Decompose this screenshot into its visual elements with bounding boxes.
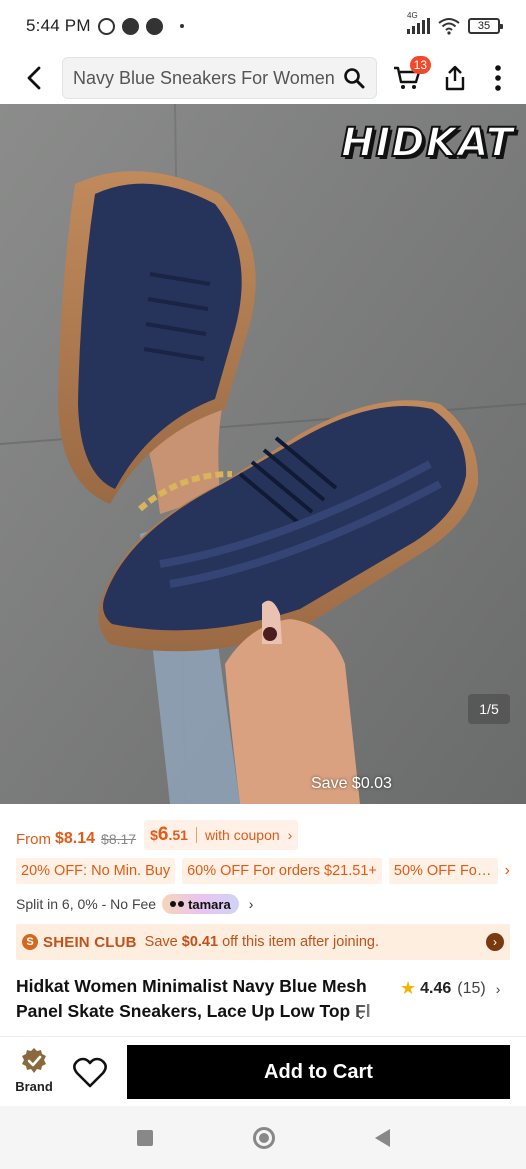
tamara-logo-icon (170, 901, 185, 907)
rating-count: (15) (457, 979, 486, 997)
promo-chip[interactable]: 20% OFF: No Min. Buy (16, 858, 176, 884)
battery-icon: 35 (468, 18, 503, 34)
club-name: SHEIN CLUB (43, 933, 137, 951)
rating-score: 4.46 (420, 979, 452, 997)
network-type: 4G (407, 11, 418, 20)
battery-level: 35 (477, 20, 491, 32)
top-header: Navy Blue Sneakers For Women 13 (0, 52, 526, 104)
wifi-icon (438, 18, 460, 35)
tamara-badge: tamara (162, 894, 239, 914)
heart-icon (73, 1057, 107, 1088)
recents-icon[interactable] (136, 1129, 153, 1146)
product-image-carousel[interactable]: HIDKAT 1/5 Save $0.03 (0, 104, 526, 804)
cart-count-badge: 13 (409, 56, 431, 74)
back-arrow-icon (27, 66, 41, 90)
coupon-whole: 6 (157, 824, 169, 845)
brand-button[interactable]: Brand (14, 1047, 54, 1094)
save-overlay-text: Save $0.03 (311, 775, 392, 792)
coupon-currency: $ (150, 827, 158, 843)
bottom-action-bar: Brand Add to Cart (0, 1036, 526, 1106)
home-icon[interactable] (252, 1126, 275, 1149)
promo-more-chevron-icon[interactable]: › (505, 862, 510, 880)
status-right: 4G 35 (407, 11, 503, 35)
coupon-label: with coupon (204, 827, 280, 843)
star-icon: ★ (400, 978, 417, 998)
search-icon[interactable] (342, 66, 366, 90)
more-options-button[interactable] (483, 58, 513, 98)
price-from-label: From (16, 831, 51, 848)
promo-chip[interactable]: 50% OFF For orders (388, 858, 498, 884)
club-text-prefix: Save (144, 934, 182, 950)
add-to-cart-button[interactable]: Add to Cart (127, 1045, 510, 1099)
club-coin-icon: S (22, 934, 38, 950)
search-input[interactable]: Navy Blue Sneakers For Women (62, 57, 377, 99)
chevron-down-icon[interactable]: ⌄ (355, 1006, 367, 1023)
brand-logo: HIDKAT (340, 119, 514, 167)
price-current: $8.14 (55, 830, 96, 847)
tamara-label: tamara (188, 896, 231, 912)
more-vertical-icon (495, 65, 501, 91)
chevron-right-icon: › (248, 896, 254, 912)
club-save-amount: $0.41 (181, 934, 219, 950)
status-time: 5:44 PM (26, 16, 91, 35)
notification-dot-icon (179, 24, 184, 28)
arrow-right-circle-icon: › (486, 933, 504, 951)
promo-row: 20% OFF: No Min. Buy 60% OFF For orders … (16, 858, 510, 884)
status-bar: 5:44 PM 4G 35 (0, 0, 526, 52)
image-counter: 1/5 (468, 694, 510, 724)
whatsapp-icon (97, 17, 115, 35)
cart-button[interactable]: 13 (387, 56, 431, 98)
messenger-icon (121, 17, 139, 35)
brand-label: Brand (15, 1079, 53, 1094)
club-text-suffix: off this item after joining. (218, 934, 379, 950)
share-button[interactable] (435, 58, 475, 98)
coupon-divider (195, 827, 197, 843)
back-button[interactable] (14, 58, 54, 98)
system-navigation-bar (0, 1106, 526, 1169)
search-text: Navy Blue Sneakers For Women (73, 67, 335, 88)
price-row: From $8.14 $8.17 $ 6 .51 with coupon › (16, 818, 299, 850)
system-back-icon[interactable] (374, 1128, 390, 1147)
split-payment-row[interactable]: Split in 6, 0% - No Fee tamara › (16, 893, 253, 915)
rating-summary[interactable]: ★ 4.46 (15) › (400, 978, 500, 999)
coupon-price-button[interactable]: $ 6 .51 with coupon › (144, 820, 299, 850)
coupon-cents: .51 (168, 827, 188, 843)
product-title-text: Hidkat Women Minimalist Navy Blue Mesh P… (16, 976, 371, 1021)
promo-chip[interactable]: 60% OFF For orders $21.51+ (182, 858, 382, 884)
chevron-right-icon: › (287, 827, 293, 843)
wishlist-button[interactable] (70, 1053, 110, 1093)
shein-club-banner[interactable]: S SHEIN CLUB Save $0.41 off this item af… (16, 924, 510, 960)
club-offer-text: Save $0.41 off this item after joining. (145, 934, 379, 950)
signal-icon: 4G (407, 11, 430, 34)
share-icon (445, 65, 465, 91)
brand-badge-icon (22, 1048, 46, 1073)
status-left: 5:44 PM (26, 16, 184, 36)
price-original: $8.17 (101, 831, 137, 847)
split-payment-text: Split in 6, 0% - No Fee (16, 896, 157, 912)
product-title-block[interactable]: Hidkat Women Minimalist Navy Blue Mesh P… (16, 974, 406, 1024)
chevron-right-icon: › (495, 980, 501, 997)
product-title: Hidkat Women Minimalist Navy Blue Mesh P… (16, 974, 406, 1024)
messenger-icon-2 (145, 17, 163, 35)
product-photo (0, 104, 526, 804)
